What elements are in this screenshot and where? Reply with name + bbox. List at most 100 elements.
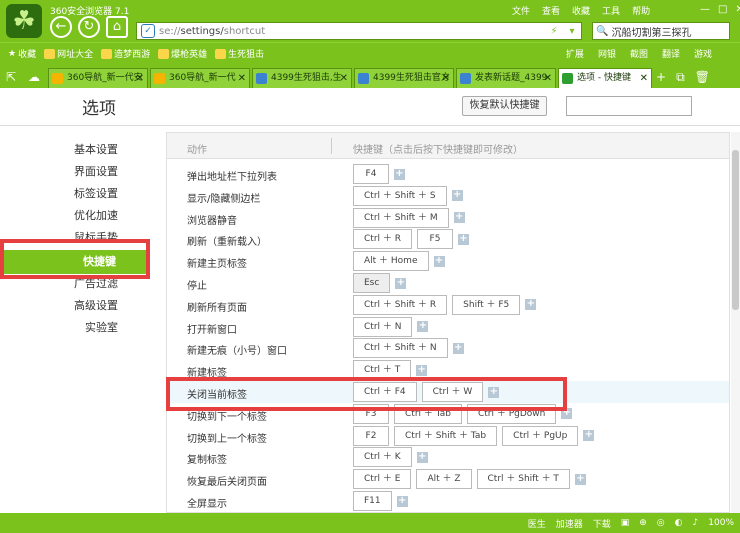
shortcut-key-box[interactable]: F4 xyxy=(353,164,389,184)
shortcut-key-box[interactable]: Ctrl ＋ Shift ＋ Tab xyxy=(394,425,498,446)
screenshot-button[interactable]: 截图 xyxy=(630,47,648,60)
menu-tools[interactable]: 工具 xyxy=(602,4,620,17)
doctor-button[interactable]: 医生 xyxy=(528,517,546,530)
address-bar[interactable]: ✓ se://settings/shortcut ⚡ ▾ xyxy=(136,22,582,40)
bookmark-shengsi[interactable]: 生死狙击 xyxy=(215,47,264,60)
shortcut-key-box[interactable]: Ctrl ＋ Shift ＋ R xyxy=(353,294,448,315)
shortcut-key-box[interactable]: Ctrl ＋ E xyxy=(353,469,412,490)
bookmark-hao123[interactable]: 网址大全 xyxy=(44,47,93,60)
add-shortcut-icon[interactable]: + xyxy=(396,495,408,507)
add-shortcut-icon[interactable]: + xyxy=(416,451,428,463)
tab-4399-1[interactable]: 4399生死狙击,生 ✕ xyxy=(252,68,352,88)
add-shortcut-icon[interactable]: + xyxy=(451,190,463,202)
shortcut-key-box[interactable]: Ctrl ＋ Shift ＋ M xyxy=(353,207,449,228)
address-url[interactable]: se://settings/shortcut xyxy=(159,26,545,37)
extensions-button[interactable]: 扩展 xyxy=(566,47,584,60)
shortcut-keys: Ctrl ＋ K + xyxy=(353,447,428,468)
column-divider xyxy=(331,138,332,154)
menu-favorites[interactable]: 收藏 xyxy=(572,4,590,17)
menu-help[interactable]: 帮助 xyxy=(632,4,650,17)
shortcut-key-box[interactable]: F2 xyxy=(353,425,389,446)
add-shortcut-icon[interactable]: + xyxy=(452,342,464,354)
shortcut-key-box[interactable]: Alt ＋ Home xyxy=(353,251,429,272)
options-page: 选项 恢复默认快捷键 基本设置 界面设置 标签设置 优化加速 鼠标手势 快捷键 … xyxy=(0,88,740,513)
home-icon[interactable]: ⌂ xyxy=(106,16,128,38)
shortcut-key-box[interactable]: Alt ＋ Z xyxy=(416,469,472,490)
accelerator-button[interactable]: 加速器 xyxy=(556,517,583,530)
shortcut-key-box[interactable]: Ctrl ＋ Shift ＋ T xyxy=(476,469,570,490)
shield-icon[interactable]: ✓ xyxy=(141,24,155,38)
tab-options[interactable]: 选项 - 快捷键 ✕ xyxy=(558,68,652,88)
bookmark-favorites[interactable]: ★ 收藏 xyxy=(8,47,36,61)
cloud-icon[interactable]: ☁ xyxy=(22,66,46,88)
share-icon[interactable]: ⇱ xyxy=(0,66,22,88)
bookmark-bar: ★ 收藏 网址大全 造梦西游 爆枪英雄 生死狙击 扩展 网银 截图 翻译 游戏 xyxy=(0,42,740,64)
sidebar-item-optimize[interactable]: 优化加速 xyxy=(0,205,150,227)
options-search-input[interactable] xyxy=(566,96,692,116)
shortcut-key-box[interactable]: Ctrl ＋ Shift ＋ S xyxy=(353,185,447,206)
close-icon: ✕ xyxy=(639,73,648,84)
add-shortcut-icon[interactable]: + xyxy=(433,255,445,267)
maximize-icon[interactable]: □ xyxy=(718,4,727,15)
bookmark-baoqiang[interactable]: 爆枪英雄 xyxy=(158,47,207,60)
new-tab-icon[interactable]: + xyxy=(656,70,666,84)
restore-tabs-icon[interactable]: ⧉ xyxy=(676,70,685,85)
zoom-level[interactable]: 100% xyxy=(708,518,734,528)
shortcut-key-box[interactable]: Esc xyxy=(353,273,391,293)
lightning-icon[interactable]: ⚡ xyxy=(545,26,563,37)
add-shortcut-icon[interactable]: + xyxy=(574,473,586,485)
trash-icon[interactable]: 🗑 xyxy=(695,70,710,84)
reset-shortcuts-button[interactable]: 恢复默认快捷键 xyxy=(462,96,547,116)
shortcut-key-box[interactable]: Ctrl ＋ K xyxy=(353,447,412,468)
shortcut-key-box[interactable]: Ctrl ＋ Shift ＋ N xyxy=(353,338,448,359)
status-icon-4[interactable]: ◐ xyxy=(675,518,683,528)
minimize-icon[interactable]: — xyxy=(700,4,710,15)
shortcut-keys: Ctrl ＋ Shift ＋ M + xyxy=(353,207,465,228)
shortcut-key-box[interactable]: F11 xyxy=(353,491,392,511)
bank-button[interactable]: 网银 xyxy=(598,47,616,60)
tab-360nav-2[interactable]: 360导航_新一代 ✕ xyxy=(150,68,250,88)
shortcut-key-box[interactable]: Ctrl ＋ N xyxy=(353,316,413,337)
search-input[interactable]: 🔍 沉船切割第三探孔 xyxy=(592,22,730,40)
translate-button[interactable]: 翻译 xyxy=(662,47,680,60)
chevron-down-icon[interactable]: ▾ xyxy=(563,26,581,37)
add-shortcut-icon[interactable]: + xyxy=(417,321,429,333)
add-shortcut-icon[interactable]: + xyxy=(458,233,469,245)
refresh-icon[interactable]: ↻ xyxy=(78,16,100,38)
browser-logo-icon[interactable]: ☘ xyxy=(6,4,42,38)
sidebar-item-interface[interactable]: 界面设置 xyxy=(0,161,150,183)
tab-360nav-1[interactable]: 360导航_新一代安 ✕ xyxy=(48,68,148,88)
status-icon-2[interactable]: ⊕ xyxy=(639,518,647,528)
sidebar-item-advanced[interactable]: 高级设置 xyxy=(0,295,150,317)
add-shortcut-icon[interactable]: + xyxy=(453,212,465,224)
shortcut-key-box[interactable]: Shift ＋ F5 xyxy=(452,294,521,315)
sidebar-item-lab[interactable]: 实验室 xyxy=(0,317,150,339)
tab-4399-3[interactable]: 发表新话题_4399 ✕ xyxy=(456,68,556,88)
add-shortcut-icon[interactable]: + xyxy=(394,168,405,180)
shortcut-key-box[interactable]: Ctrl ＋ R xyxy=(353,229,412,250)
sidebar-item-tabs[interactable]: 标签设置 xyxy=(0,183,150,205)
shortcut-key-box[interactable]: F5 xyxy=(417,229,453,250)
sidebar-item-basic[interactable]: 基本设置 xyxy=(0,139,150,161)
add-shortcut-icon[interactable]: + xyxy=(416,364,428,376)
status-icon-3[interactable]: ◎ xyxy=(657,518,665,528)
menu-view[interactable]: 查看 xyxy=(542,4,560,17)
menu-file[interactable]: 文件 xyxy=(512,4,530,17)
add-shortcut-icon[interactable]: + xyxy=(395,277,407,289)
star-icon: ★ xyxy=(8,48,17,59)
back-icon[interactable]: ← xyxy=(50,16,72,38)
tab-4399-2[interactable]: 4399生死狙击官方 ✕ xyxy=(354,68,454,88)
bookmark-zaomeng[interactable]: 造梦西游 xyxy=(101,47,150,60)
add-shortcut-icon[interactable]: + xyxy=(583,430,595,442)
games-button[interactable]: 游戏 xyxy=(694,47,712,60)
shortcut-action-label: 打开新窗口 xyxy=(187,324,237,336)
shortcut-key-box[interactable]: Ctrl ＋ PgUp xyxy=(502,425,579,446)
scrollbar-thumb[interactable] xyxy=(732,150,739,310)
volume-icon[interactable]: ♪ xyxy=(693,518,699,528)
scrollbar[interactable] xyxy=(731,132,740,513)
close-icon[interactable]: ✕ xyxy=(735,4,740,15)
shortcut-keys: F4 + xyxy=(353,164,405,184)
download-button[interactable]: 下载 xyxy=(593,517,611,530)
add-shortcut-icon[interactable]: + xyxy=(525,299,537,311)
status-icon-1[interactable]: ▣ xyxy=(621,518,630,528)
